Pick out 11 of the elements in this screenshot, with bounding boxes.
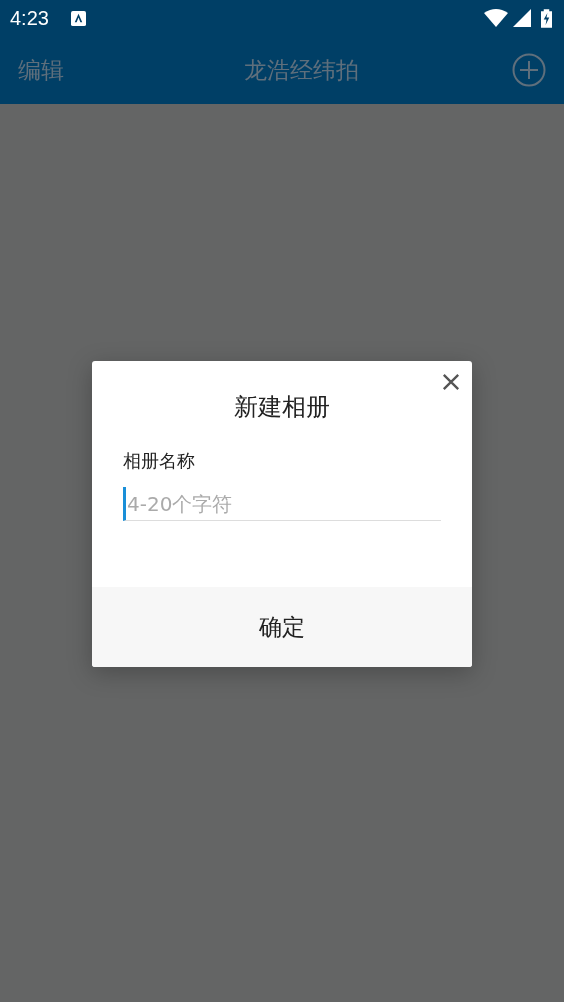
confirm-button[interactable]: 确定 <box>92 587 472 667</box>
wifi-icon <box>484 9 508 27</box>
battery-icon <box>541 8 552 28</box>
input-field[interactable]: 4-20个字符 <box>123 487 441 521</box>
field-label: 相册名称 <box>123 449 196 473</box>
dialog-title: 新建相册 <box>233 392 331 423</box>
notification-icon <box>70 10 86 26</box>
status-time: 4:23 <box>10 6 49 30</box>
signal-icon <box>513 9 531 27</box>
close-icon[interactable] <box>442 373 460 391</box>
app-title: 龙浩经纬拍 <box>243 55 359 85</box>
